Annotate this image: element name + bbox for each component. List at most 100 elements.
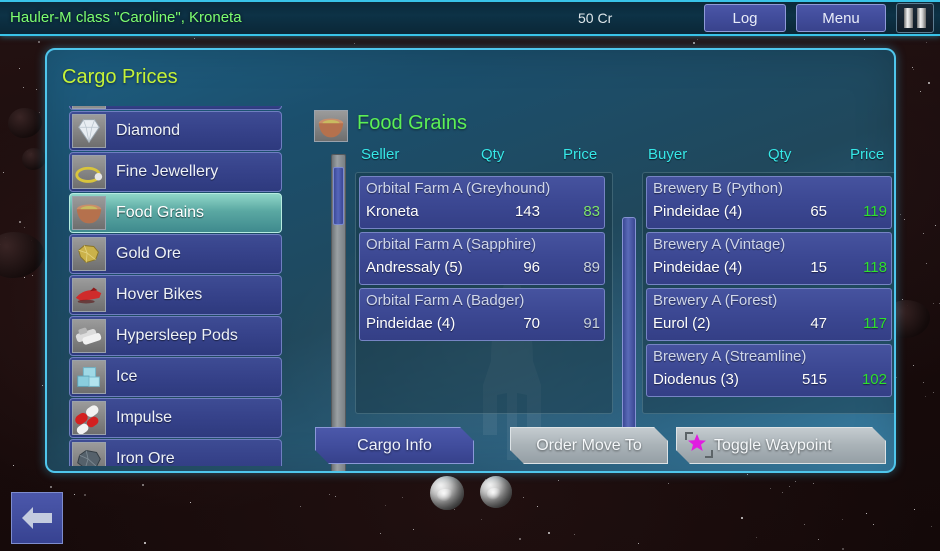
seller-col-qty: Qty <box>481 146 505 163</box>
buyer-name: Brewery B (Python) <box>653 180 784 197</box>
menu-button[interactable]: Menu <box>796 4 886 32</box>
waypoint-star-icon <box>684 431 714 459</box>
buyer-col-name: Buyer <box>648 146 688 163</box>
cargo-list-item-label: Hypersleep Pods <box>116 327 238 344</box>
cargo-list-item-impulse[interactable]: Impulse <box>69 398 282 438</box>
row-price: 119 <box>863 203 887 220</box>
cargo-list[interactable]: Diamond Fine Jewellery Food Grains Gold Ore… <box>69 106 294 466</box>
row-price: 118 <box>863 259 887 276</box>
ship-title: Hauler-M class "Caroline", Kroneta <box>10 8 242 26</box>
page-title: Cargo Prices <box>62 66 178 88</box>
planet-sphere <box>430 476 464 510</box>
cargo-list-item-label: Fine Jewellery <box>116 163 219 180</box>
grain-bowl-icon <box>72 196 106 230</box>
row-location: Eurol (2) <box>653 315 711 332</box>
cargo-list-item-label: Gold Ore <box>116 245 181 262</box>
row-quantity: 143 <box>514 203 540 220</box>
cargo-list-item-iron-ore[interactable]: Iron Ore <box>69 439 282 466</box>
buyer-name: Brewery A (Vintage) <box>653 236 786 253</box>
iron-rock-icon <box>72 442 106 466</box>
row-quantity: 47 <box>810 315 827 332</box>
cargo-list-item-label: Impulse <box>116 409 173 426</box>
buyer-table: Buyer Qty Price Brewery B (Python) Pindei… <box>642 146 894 414</box>
back-arrow-icon <box>22 507 52 529</box>
pause-icon <box>917 8 926 28</box>
cargo-list-item-label: Food Grains <box>116 204 205 221</box>
cargo-list-scroll-thumb[interactable] <box>333 167 344 225</box>
buyer-name: Brewery A (Streamline) <box>653 348 807 365</box>
top-status-bar: Hauler-M class "Caroline", Kroneta 50 Cr… <box>0 0 940 36</box>
cargo-list-item-diamond[interactable]: Diamond <box>69 111 282 151</box>
cargo-list-item-fine-jewellery[interactable]: Fine Jewellery <box>69 152 282 192</box>
table-row[interactable]: Brewery A (Streamline) Diodenus (3) 515 102 <box>646 344 892 397</box>
row-quantity: 96 <box>523 259 540 276</box>
row-price: 83 <box>583 203 600 220</box>
seller-scrollbar[interactable] <box>622 217 636 461</box>
toggle-waypoint-button[interactable]: Toggle Waypoint <box>676 427 886 464</box>
cargo-list-item-hypersleep-pods[interactable]: Hypersleep Pods <box>69 316 282 356</box>
buyer-col-price: Price <box>850 146 885 163</box>
table-row[interactable]: Brewery A (Forest) Eurol (2) 47 117 <box>646 288 892 341</box>
cargo-prices-panel: Cargo Prices Diamond Fine Jewellery Food G… <box>45 48 896 473</box>
seller-name: Orbital Farm A (Badger) <box>366 292 525 309</box>
log-button[interactable]: Log <box>704 4 786 32</box>
seller-table-header: Seller Qty Price <box>355 146 635 168</box>
row-price: 89 <box>583 259 600 276</box>
capsule-icon <box>72 401 106 435</box>
buyer-col-qty: Qty <box>768 146 792 163</box>
cargo-list-scrollbar[interactable] <box>331 154 346 471</box>
row-location: Pindeidae (4) <box>653 259 743 276</box>
seller-col-price: Price <box>563 146 598 163</box>
pause-button[interactable] <box>896 3 934 33</box>
table-row[interactable]: Brewery A (Vintage) Pindeidae (4) 15 118 <box>646 232 892 285</box>
row-price: 102 <box>861 371 887 388</box>
table-row[interactable]: Orbital Farm A (Badger) Pindeidae (4) 70 91 <box>359 288 605 341</box>
commodity-title: Food Grains <box>357 112 468 134</box>
seller-name: Orbital Farm A (Greyhound) <box>366 180 551 197</box>
row-quantity: 65 <box>810 203 827 220</box>
row-location: Diodenus (3) <box>653 371 739 388</box>
table-row[interactable]: Orbital Farm A (Sapphire) Andressaly (5) 9… <box>359 232 605 285</box>
table-row[interactable]: Brewery B (Python) Pindeidae (4) 65 119 <box>646 176 892 229</box>
ice-cube-icon <box>72 360 106 394</box>
partial-row-icon <box>72 106 106 109</box>
diamond-icon <box>72 114 106 148</box>
sleep-pod-icon <box>72 319 106 353</box>
seller-table: Seller Qty Price Orbital Farm A (Greyhou… <box>355 146 635 414</box>
grain-bowl-icon <box>314 110 348 142</box>
row-location: Pindeidae (4) <box>653 203 743 220</box>
row-quantity: 515 <box>801 371 827 388</box>
seller-name: Orbital Farm A (Sapphire) <box>366 236 537 253</box>
cargo-list-item-label: Iron Ore <box>116 450 175 466</box>
seller-rows: Orbital Farm A (Greyhound) Kroneta 143 83 Or… <box>355 172 613 414</box>
cargo-list-item-gold-ore[interactable]: Gold Ore <box>69 234 282 274</box>
cargo-list-item-label: Ice <box>116 368 138 385</box>
seller-col-name: Seller <box>361 146 400 163</box>
cargo-list-item-ice[interactable]: Ice <box>69 357 282 397</box>
buyer-name: Brewery A (Forest) <box>653 292 778 309</box>
cargo-list-item-food-grains[interactable]: Food Grains <box>69 193 282 233</box>
cargo-info-button[interactable]: Cargo Info <box>315 427 474 464</box>
ring-icon <box>72 155 106 189</box>
toggle-waypoint-label: Toggle Waypoint <box>714 436 832 454</box>
credits-display: 50 Cr <box>578 10 613 26</box>
hover-bike-icon <box>72 278 106 312</box>
back-button[interactable] <box>11 492 63 544</box>
buyer-rows: Brewery B (Python) Pindeidae (4) 65 119 Brew… <box>642 172 894 414</box>
buyer-table-header: Buyer Qty Price <box>642 146 894 168</box>
table-row[interactable]: Orbital Farm A (Greyhound) Kroneta 143 83 <box>359 176 605 229</box>
row-price: 117 <box>863 315 887 332</box>
row-price: 91 <box>583 315 600 332</box>
order-move-to-button[interactable]: Order Move To <box>510 427 668 464</box>
row-quantity: 15 <box>810 259 827 276</box>
gold-nugget-icon <box>72 237 106 271</box>
planet-sphere <box>480 476 512 508</box>
cargo-list-item-hover-bikes[interactable]: Hover Bikes <box>69 275 282 315</box>
cargo-list-item-label: Hover Bikes <box>116 286 203 303</box>
row-location: Kroneta <box>366 203 419 220</box>
cargo-list-item-label: Diamond <box>116 122 181 139</box>
row-quantity: 70 <box>523 315 540 332</box>
pause-icon <box>904 8 913 28</box>
row-location: Andressaly (5) <box>366 259 463 276</box>
cargo-list-item-partial[interactable] <box>69 106 282 110</box>
